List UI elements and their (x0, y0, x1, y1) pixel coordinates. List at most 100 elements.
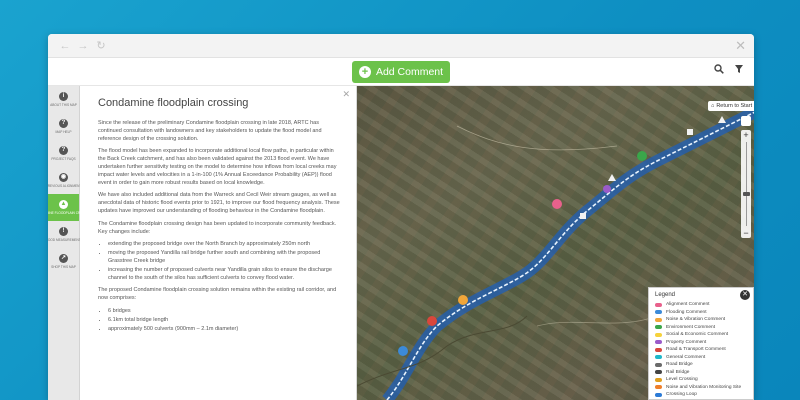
legend-swatch-icon (655, 340, 662, 345)
question-icon: ? (59, 146, 68, 155)
zoom-in-button[interactable]: + (743, 130, 748, 140)
list-item: 6 bridges (108, 308, 340, 316)
legend-swatch-icon (655, 310, 662, 315)
legend-label: Noise & Vibration Comment (666, 317, 726, 323)
legend-label: Road & Transport Comment (666, 347, 726, 353)
info-panel: ✕ Condamine floodplain crossing Since th… (80, 86, 357, 400)
road-transport-comment-marker-icon[interactable] (427, 316, 437, 326)
legend-swatch-icon (655, 332, 662, 337)
add-comment-button[interactable]: + Add Comment (352, 60, 450, 83)
legend-swatch-icon (655, 385, 662, 390)
legend-swatch-icon (655, 355, 662, 360)
help-icon: ? (59, 119, 68, 128)
side-nav-label: MAP HELP (55, 130, 72, 134)
side-nav-item[interactable]: ? MAP HELP (48, 113, 79, 140)
legend-item: Environment Comment (655, 324, 747, 332)
legend-item: Crossing Loop (655, 391, 747, 399)
legend-label: General Comment (666, 354, 706, 360)
panel-paragraph: The proposed Condamine floodplain crossi… (98, 287, 337, 302)
back-arrow-icon[interactable]: ← (56, 40, 74, 52)
browser-chrome: ← → ↻ ✕ (48, 34, 754, 58)
legend-label: Flooding Comment (666, 309, 707, 315)
info-icon: i (59, 92, 68, 101)
side-nav-item[interactable]: ? PROJECT FAQS (48, 140, 79, 167)
zoom-control: + − (741, 130, 751, 238)
reload-icon[interactable]: ↻ (92, 39, 110, 52)
browser-window: ← → ↻ ✕ + Add Comment i ABOUT THIS MAP? MA… (48, 34, 754, 400)
legend-swatch-icon (655, 377, 662, 382)
list-item: extending the proposed bridge over the N… (108, 241, 340, 249)
legend-item: Road Bridge (655, 361, 747, 369)
zoom-track (742, 142, 750, 226)
level-crossing-marker-icon[interactable] (608, 174, 616, 181)
water-drop-icon: ▲ (59, 200, 68, 209)
legend-item: Rail Bridge (655, 369, 747, 377)
forward-arrow-icon[interactable]: → (74, 40, 92, 52)
side-nav-item[interactable]: ◉ PREVIOUS ALIGNMENT (48, 167, 82, 194)
side-nav: i ABOUT THIS MAP? MAP HELP? PROJECT FAQS ◉ PR… (48, 86, 93, 400)
legend-label: Noise and Vibration Monitoring Site (666, 384, 742, 390)
legend-label: Social & Economic Comment (666, 332, 729, 338)
eye-icon: ◉ (59, 173, 68, 182)
filter-icon[interactable] (734, 64, 744, 74)
environment-comment-marker-icon[interactable] (637, 151, 647, 161)
list-item: increasing the number of proposed culver… (108, 267, 340, 283)
return-to-start-label: Return to Start (716, 103, 753, 109)
side-nav-item[interactable]: ! FLOOD MEASUREMENTS (48, 221, 83, 248)
layers-button[interactable] (741, 116, 751, 126)
legend-label: Level Crossing (666, 377, 698, 383)
side-nav-item[interactable]: ↗ SHOP THIS MAP (48, 248, 79, 275)
panel-paragraph: The Condamine floodplain crossing design… (98, 220, 337, 235)
legend-swatch-icon (655, 347, 662, 352)
home-icon: ⌂ (711, 103, 715, 109)
level-crossing-marker-icon[interactable] (718, 116, 726, 123)
toolbar: + Add Comment (48, 58, 754, 86)
panel-paragraph: The flood model has been expanded to inc… (98, 148, 337, 186)
side-nav-item[interactable]: ▲CONDAMINE FLOODPLAIN CROSSING (48, 194, 93, 221)
panel-paragraph: Since the release of the preliminary Con… (98, 120, 322, 142)
panel-close-icon[interactable]: ✕ (342, 89, 350, 100)
property-comment-marker-icon[interactable] (603, 185, 611, 193)
legend-swatch-icon (655, 317, 662, 322)
search-icon[interactable] (714, 64, 724, 74)
zoom-out-button[interactable]: − (743, 228, 748, 238)
flooding-comment-marker-icon[interactable] (398, 346, 408, 356)
side-nav-label: SHOP THIS MAP (51, 265, 76, 269)
side-nav-item[interactable]: i ABOUT THIS MAP (48, 86, 79, 113)
side-nav-label: PREVIOUS ALIGNMENT (48, 184, 82, 188)
legend-title: Legend (655, 292, 676, 298)
legend-label: Environment Comment (666, 324, 716, 330)
rail-bridge-marker-icon[interactable] (580, 213, 586, 219)
legend-label: Alignment Comment (666, 302, 710, 308)
legend-item: Noise & Vibration Comment (655, 316, 747, 324)
legend-item: Flooding Comment (655, 309, 747, 317)
map-view[interactable]: ⌂ Return to Start + − Legend ✕ Alignment… (357, 86, 754, 400)
zoom-handle[interactable] (742, 192, 750, 197)
list-item: approximately 500 culverts (900mm – 2.1m… (108, 326, 340, 334)
panel-paragraph: We have also included additional data fr… (98, 192, 340, 214)
plus-icon: + (358, 65, 371, 78)
legend-item: Level Crossing (655, 376, 747, 384)
noise-comment-marker-icon[interactable] (458, 295, 468, 305)
legend-item: Social & Economic Comment (655, 331, 747, 339)
close-icon[interactable]: ✕ (735, 38, 746, 54)
legend-label: Road Bridge (666, 362, 693, 368)
legend-swatch-icon (655, 362, 662, 367)
legend-label: Rail Bridge (666, 369, 690, 375)
side-nav-label: PROJECT FAQS (51, 157, 76, 161)
alignment-comment-marker-icon[interactable] (552, 199, 562, 209)
solution-list: 6 bridges 6.1km total bridge length appr… (108, 308, 340, 333)
key-changes-list: extending the proposed bridge over the N… (108, 241, 340, 282)
add-comment-label: Add Comment (375, 65, 444, 78)
list-item: moving the proposed Yandilla rail bridge… (108, 250, 340, 266)
share-icon: ↗ (59, 254, 68, 263)
return-to-start-button[interactable]: ⌂ Return to Start (708, 101, 754, 111)
legend-close-icon[interactable]: ✕ (740, 290, 750, 300)
legend-swatch-icon (655, 392, 662, 397)
legend-label: Property Comment (666, 339, 707, 345)
road-bridge-marker-icon[interactable] (687, 129, 693, 135)
panel-title: Condamine floodplain crossing (98, 97, 249, 109)
legend-swatch-icon (655, 370, 662, 375)
side-nav-label: ABOUT THIS MAP (50, 103, 77, 107)
legend-item: Property Comment (655, 339, 747, 347)
